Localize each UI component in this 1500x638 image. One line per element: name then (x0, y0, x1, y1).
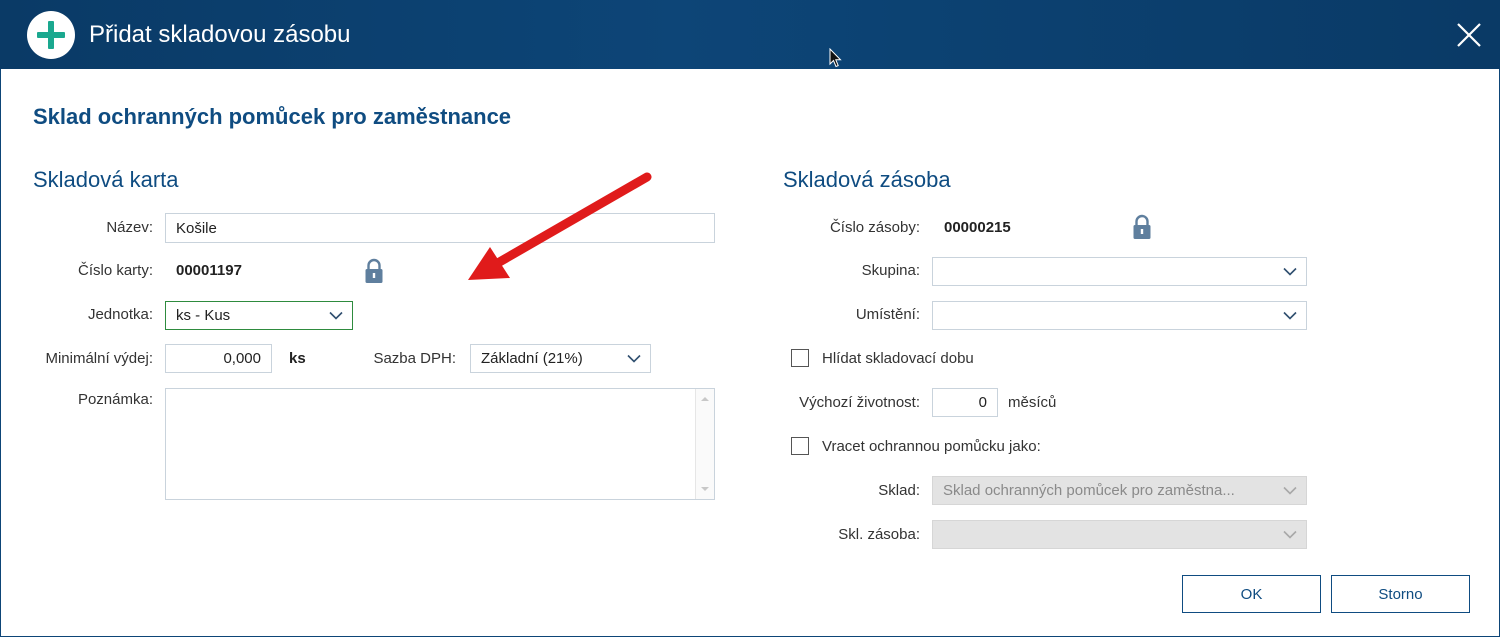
zivotnost-unit: měsíců (1008, 394, 1057, 411)
chevron-down-icon (1283, 530, 1297, 539)
cislo-zasoby-value: 00000215 (944, 219, 1011, 236)
hlidat-checkbox[interactable] (791, 349, 809, 367)
lock-icon (1133, 214, 1151, 239)
skupina-label: Skupina: (861, 262, 920, 279)
lock-icon (365, 258, 383, 283)
section-title-skladova-karta: Skladová karta (33, 167, 179, 192)
min-vydej-input[interactable]: 0,000 (165, 344, 272, 373)
section-title-skladova-zasoba: Skladová zásoba (783, 167, 951, 192)
cislo-karty-label: Číslo karty: (77, 262, 153, 279)
nazev-label: Název: (106, 219, 153, 236)
scroll-down-icon[interactable] (701, 487, 709, 491)
jednotka-select[interactable]: ks - Kus (165, 301, 353, 330)
title-bar: Přidat skladovou zásobu (0, 0, 1500, 69)
cislo-zasoby-label: Číslo zásoby: (829, 219, 920, 236)
scroll-up-icon[interactable] (701, 397, 709, 401)
chevron-down-icon (1283, 267, 1297, 276)
chevron-down-icon (329, 311, 343, 320)
page-heading: Sklad ochranných pomůcek pro zaměstnance (33, 104, 512, 129)
sazba-dph-label: Sazba DPH: (373, 350, 456, 367)
jednotka-value: ks - Kus (176, 307, 231, 324)
chevron-down-icon (1283, 311, 1297, 320)
min-vydej-label: Minimální výdej: (45, 350, 153, 367)
ok-button[interactable]: OK (1182, 575, 1321, 613)
umisteni-label: Umístění: (855, 306, 920, 323)
skl-zasoba-label: Skl. zásoba: (838, 526, 920, 543)
skl-zasoba-select (932, 520, 1307, 549)
sazba-dph-select[interactable]: Základní (21%) (470, 344, 651, 373)
jednotka-label: Jednotka: (87, 306, 153, 323)
vracet-label: Vracet ochrannou pomůcku jako: (822, 438, 1041, 455)
red-arrow (468, 172, 652, 280)
umisteni-select[interactable] (932, 301, 1307, 330)
skupina-select[interactable] (932, 257, 1307, 286)
sazba-dph-value: Základní (21%) (481, 350, 583, 367)
storno-button[interactable]: Storno (1331, 575, 1470, 613)
min-vydej-unit: ks (289, 350, 306, 367)
vracet-checkbox[interactable] (791, 437, 809, 455)
zivotnost-label: Výchozí životnost: (799, 394, 920, 411)
zivotnost-input[interactable]: 0 (932, 388, 998, 417)
mouse-cursor-icon (829, 48, 842, 68)
window-title: Přidat skladovou zásobu (89, 21, 351, 48)
chevron-down-icon (627, 354, 641, 363)
sklad-label: Sklad: (878, 482, 920, 499)
poznamka-scrollbar[interactable] (695, 389, 714, 499)
sklad-select: Sklad ochranných pomůcek pro zaměstna... (932, 476, 1307, 505)
close-icon[interactable] (1452, 18, 1486, 52)
cislo-karty-value: 00001197 (176, 262, 242, 279)
hlidat-label: Hlídat skladovací dobu (822, 350, 974, 367)
sklad-value: Sklad ochranných pomůcek pro zaměstna... (943, 482, 1235, 499)
poznamka-label: Poznámka: (77, 391, 153, 408)
chevron-down-icon (1283, 486, 1297, 495)
add-icon (27, 11, 75, 59)
poznamka-textarea[interactable] (165, 388, 715, 500)
